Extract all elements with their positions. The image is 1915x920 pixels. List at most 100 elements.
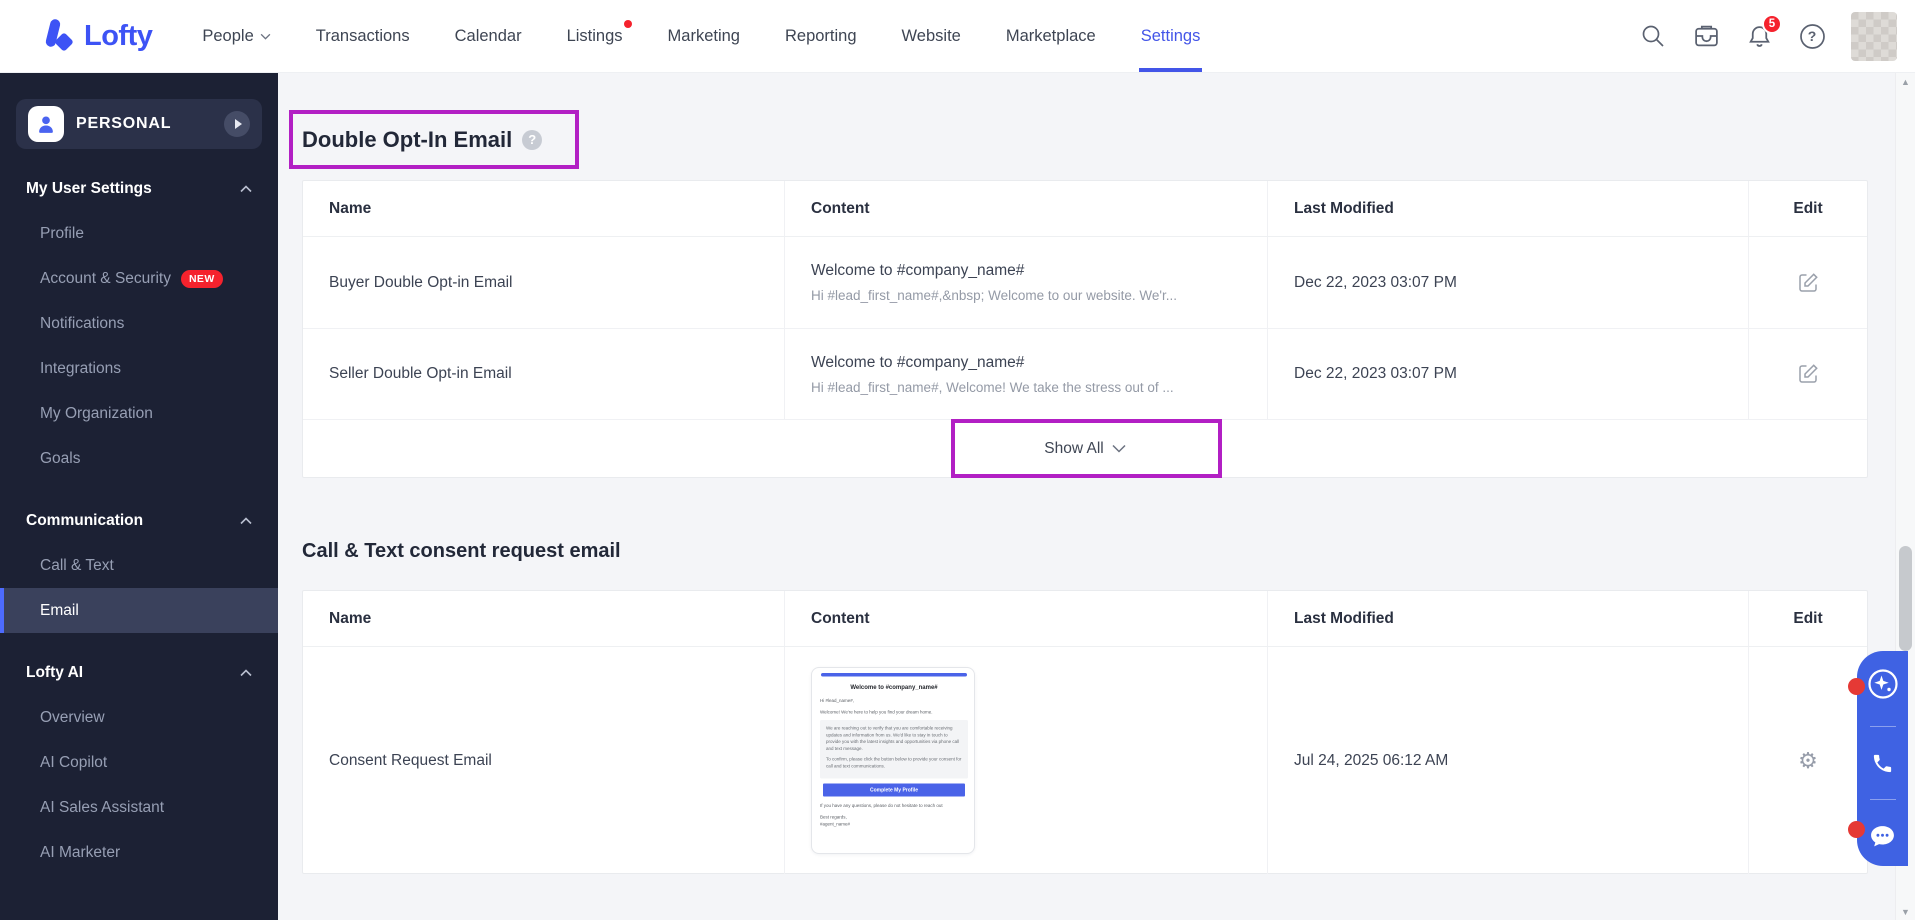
- notification-badge: 5: [1762, 14, 1782, 34]
- email-cta-button: Complete My Profile: [823, 783, 965, 797]
- logo[interactable]: Lofty: [40, 16, 153, 56]
- column-header-content: Content: [785, 181, 1268, 236]
- ai-assistant-button[interactable]: [1865, 666, 1901, 702]
- row-last-modified: Dec 22, 2023 03:07 PM: [1268, 237, 1749, 328]
- email-signoff: #agent_name#: [820, 821, 851, 827]
- nav-item-label: People: [202, 26, 254, 45]
- sidebar-item-label: Notifications: [40, 314, 125, 332]
- content-title: Welcome to #company_name#: [811, 262, 1025, 279]
- divider: [1869, 798, 1896, 800]
- page-title: Double Opt-In Email: [302, 126, 513, 152]
- inbox-icon[interactable]: [1692, 22, 1720, 50]
- sidebar-item-ai-marketer[interactable]: AI Marketer: [0, 830, 278, 875]
- edit-button[interactable]: [1793, 268, 1823, 298]
- gear-icon[interactable]: ⚙: [1798, 749, 1818, 772]
- nav-item-website[interactable]: Website: [900, 0, 963, 72]
- consent-request-email-table: Name Content Last Modified Edit Consent …: [302, 590, 1868, 874]
- row-last-modified: Dec 22, 2023 03:07 PM: [1268, 329, 1749, 419]
- email-title: Welcome to #company_name#: [850, 683, 938, 691]
- email-greeting: Hi #lead_name#,: [820, 698, 855, 703]
- nav-item-transactions[interactable]: Transactions: [314, 0, 412, 72]
- nav-item-people[interactable]: People: [200, 0, 272, 72]
- sidebar-item-email[interactable]: Email: [0, 588, 278, 633]
- bell-icon[interactable]: 5: [1745, 14, 1782, 50]
- primary-nav: People Transactions Calendar Listings Ma…: [200, 0, 1202, 72]
- chevron-right-icon: [224, 111, 250, 137]
- section-title-label: Communication: [26, 512, 144, 529]
- edit-icon: [1799, 364, 1818, 383]
- row-last-modified: Jul 24, 2025 06:12 AM: [1268, 647, 1749, 874]
- scrollbar-thumb[interactable]: [1899, 546, 1912, 651]
- sidebar-item-ai-copilot[interactable]: AI Copilot: [0, 740, 278, 785]
- nav-item-label: Calendar: [454, 26, 522, 45]
- nav-item-calendar[interactable]: Calendar: [453, 0, 524, 72]
- sidebar-section-lofty-ai[interactable]: Lofty AI: [0, 661, 278, 685]
- email-preview-thumbnail[interactable]: Welcome to #company_name# Hi #lead_name#…: [811, 667, 975, 854]
- nav-item-label: Listings: [566, 26, 623, 45]
- notification-dot: [1848, 678, 1865, 695]
- table-row: Consent Request Email Welcome to #compan…: [303, 647, 1867, 874]
- nav-item-label: Marketing: [667, 26, 740, 45]
- sidebar-section-communication[interactable]: Communication: [0, 509, 278, 533]
- email-body: To confirm, please click the button belo…: [826, 756, 962, 769]
- row-content: Welcome to #company_name# Hi #lead_first…: [785, 237, 1268, 328]
- annotation-box: Double Opt-In Email ?: [289, 110, 579, 169]
- nav-item-settings[interactable]: Settings: [1139, 0, 1203, 72]
- sparkle-icon: [1867, 669, 1898, 699]
- sidebar-section-my-user-settings[interactable]: My User Settings: [0, 177, 278, 201]
- nav-item-label: Marketplace: [1005, 26, 1096, 45]
- call-button[interactable]: [1871, 752, 1894, 775]
- notification-dot: [623, 20, 632, 28]
- sidebar-item-my-organization[interactable]: My Organization: [0, 391, 278, 436]
- chat-button[interactable]: [1869, 824, 1896, 849]
- row-content: Welcome to #company_name# Hi #lead_name#…: [785, 647, 1268, 874]
- nav-item-marketplace[interactable]: Marketplace: [1004, 0, 1098, 72]
- sidebar-item-account-security[interactable]: Account & Security NEW: [0, 256, 278, 301]
- search-icon[interactable]: [1639, 22, 1667, 50]
- avatar[interactable]: [1851, 11, 1897, 61]
- email-body: We are reaching out to verify that you a…: [826, 725, 960, 751]
- sidebar-list: Call & Text Email: [0, 543, 278, 633]
- row-content: Welcome to #company_name# Hi #lead_first…: [785, 329, 1268, 419]
- notification-dot: [1848, 821, 1865, 838]
- chat-icon: [1871, 826, 1894, 847]
- nav-item-reporting[interactable]: Reporting: [783, 0, 859, 72]
- chevron-up-icon: [240, 669, 252, 677]
- sidebar-item-goals[interactable]: Goals: [0, 436, 278, 481]
- help-icon[interactable]: ?: [1798, 22, 1826, 50]
- chevron-up-icon: [240, 185, 252, 193]
- sidebar-item-profile[interactable]: Profile: [0, 211, 278, 256]
- nav-item-marketing[interactable]: Marketing: [666, 0, 742, 72]
- divider: [1869, 726, 1896, 728]
- edit-button[interactable]: [1793, 359, 1823, 389]
- sidebar-item-ai-sales-assistant[interactable]: AI Sales Assistant: [0, 785, 278, 830]
- phone-icon: [1873, 754, 1892, 772]
- content-title: Welcome to #company_name#: [811, 353, 1025, 371]
- sidebar-item-integrations[interactable]: Integrations: [0, 346, 278, 391]
- account-switcher[interactable]: PERSONAL: [16, 99, 262, 149]
- content-preview: Hi #lead_first_name#,&nbsp; Welcome to o…: [811, 288, 1178, 303]
- sidebar-item-overview[interactable]: Overview: [0, 695, 278, 740]
- table-header: Name Content Last Modified Edit: [303, 181, 1867, 237]
- table-header: Name Content Last Modified Edit: [303, 591, 1867, 647]
- chevron-down-icon: [260, 33, 271, 40]
- sidebar: PERSONAL My User Settings Profile Accoun…: [0, 73, 278, 920]
- sidebar-item-label: Profile: [40, 224, 84, 242]
- show-all-button[interactable]: Show All: [303, 420, 1867, 477]
- nav-item-label: Website: [901, 26, 961, 45]
- nav-item-listings[interactable]: Listings: [565, 0, 632, 72]
- sidebar-item-label: Overview: [40, 708, 105, 726]
- scroll-down-button[interactable]: ▼: [1896, 903, 1915, 920]
- nav-actions: 5 ?: [1639, 11, 1897, 61]
- column-header-edit: Edit: [1793, 609, 1823, 627]
- quick-actions-panel: [1848, 651, 1908, 866]
- sidebar-list: Profile Account & Security NEW Notificat…: [0, 211, 278, 481]
- section-title-label: Lofty AI: [26, 664, 84, 681]
- email-signoff: Best regards,: [820, 814, 847, 820]
- help-circle-icon[interactable]: ?: [522, 129, 543, 150]
- sidebar-item-label: Goals: [40, 449, 81, 467]
- sidebar-item-call-text[interactable]: Call & Text: [0, 543, 278, 588]
- sidebar-item-notifications[interactable]: Notifications: [0, 301, 278, 346]
- new-badge: NEW: [180, 269, 223, 288]
- scroll-up-button[interactable]: ▲: [1896, 73, 1915, 90]
